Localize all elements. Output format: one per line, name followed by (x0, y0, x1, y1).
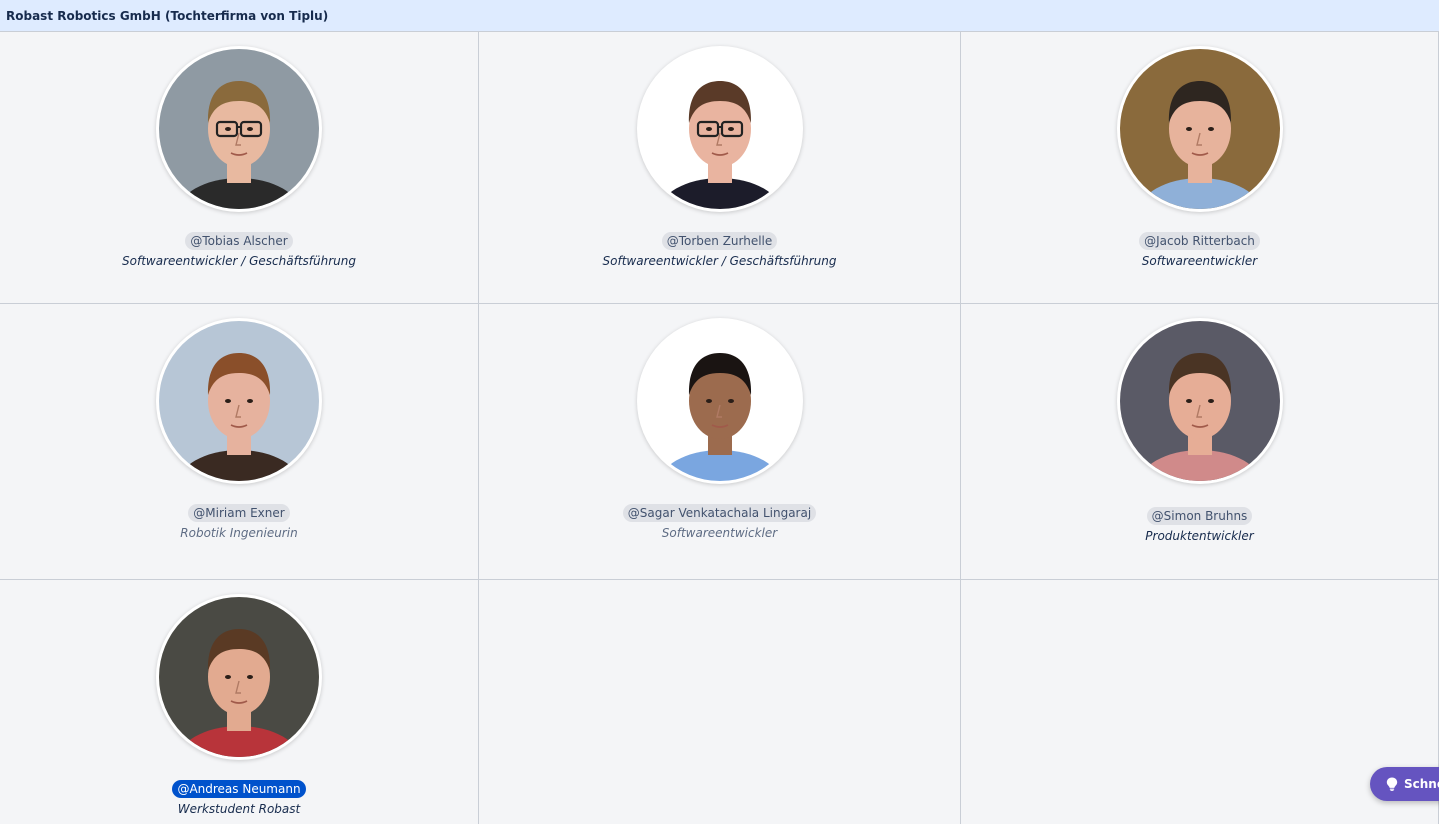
role-label: Werkstudent Robast (177, 802, 301, 816)
avatar (159, 321, 319, 481)
role-label: Softwareentwickler / Geschäftsführung (602, 254, 837, 268)
user-mention[interactable]: @Torben Zurhelle (661, 232, 778, 250)
avatar (639, 49, 800, 209)
role-label: Softwareentwickler (661, 526, 778, 540)
avatar (1119, 49, 1280, 209)
avatar-frame (156, 46, 322, 212)
avatar (159, 597, 319, 757)
avatar (159, 49, 319, 209)
role-label: Softwareentwickler (1141, 254, 1258, 268)
avatar-frame (1116, 46, 1283, 212)
empty-card (961, 580, 1439, 824)
avatar (1119, 321, 1280, 481)
role-label: Robotik Ingenieurin (180, 526, 298, 540)
feedback-label: Schne (1404, 777, 1439, 791)
empty-card (479, 580, 961, 824)
user-mention[interactable]: @Miriam Exner (188, 504, 290, 522)
user-mention[interactable]: @Sagar Venkatachala Lingaraj (622, 504, 817, 522)
avatar-frame (1116, 318, 1283, 484)
user-mention[interactable]: @Tobias Alscher (185, 232, 293, 250)
avatar (639, 321, 800, 481)
avatar-frame (156, 318, 322, 484)
team-member-card: @Torben Zurhelle Softwareentwickler / Ge… (479, 32, 961, 304)
feedback-button[interactable]: Schne (1370, 767, 1439, 801)
team-member-card: @Sagar Venkatachala Lingaraj Softwareent… (479, 304, 961, 580)
team-member-card: @Miriam Exner Robotik Ingenieurin (0, 304, 479, 580)
lightbulb-icon (1386, 777, 1398, 791)
avatar-frame (636, 46, 803, 212)
team-member-card: @Andreas Neumann Werkstudent Robast (0, 580, 479, 824)
role-label: Softwareentwickler / Geschäftsführung (122, 254, 356, 268)
team-member-card: @Tobias Alscher Softwareentwickler / Ges… (0, 32, 479, 304)
team-member-card: @Simon Bruhns Produktentwickler (961, 304, 1439, 580)
avatar-frame (156, 594, 322, 760)
avatar-frame (636, 318, 803, 484)
team-grid: @Tobias Alscher Softwareentwickler / Ges… (0, 32, 1439, 824)
role-label: Produktentwickler (1145, 529, 1254, 543)
user-mention[interactable]: @Andreas Neumann (172, 780, 306, 798)
user-mention[interactable]: @Simon Bruhns (1146, 507, 1253, 525)
page-title: Robast Robotics GmbH (Tochterfirma von T… (6, 8, 329, 23)
team-member-card: @Jacob Ritterbach Softwareentwickler (961, 32, 1439, 304)
page-header: Robast Robotics GmbH (Tochterfirma von T… (0, 0, 1439, 32)
user-mention[interactable]: @Jacob Ritterbach (1139, 232, 1260, 250)
